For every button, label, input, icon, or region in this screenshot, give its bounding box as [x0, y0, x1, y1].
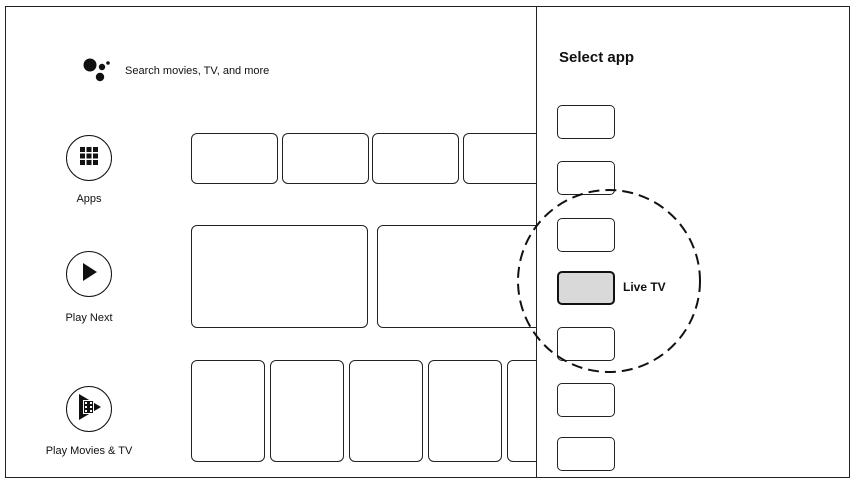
app-option[interactable] [557, 437, 615, 471]
content-card[interactable] [428, 360, 502, 462]
content-card[interactable] [191, 225, 368, 328]
search-placeholder: Search movies, TV, and more [125, 65, 270, 77]
content-card[interactable] [372, 133, 459, 184]
play-movies-button[interactable] [66, 386, 112, 432]
play-next-button[interactable] [66, 251, 112, 297]
apps-label: Apps [76, 193, 102, 205]
search-bar[interactable]: Search movies, TV, and more [81, 56, 269, 86]
focus-highlight-circle [517, 189, 701, 373]
play-movies-label: Play Movies & TV [45, 445, 133, 457]
tv-home-screen: Search movies, TV, and more Apps Play Ne… [5, 6, 850, 478]
play-next-label: Play Next [65, 312, 113, 324]
select-app-panel: Select app Live TV [517, 7, 849, 477]
play-icon [79, 261, 99, 288]
content-card[interactable] [349, 360, 423, 462]
apps-grid-icon [79, 146, 99, 171]
app-option[interactable] [557, 383, 615, 417]
play-next-nav-item[interactable]: Play Next [29, 251, 149, 331]
panel-title: Select app [559, 49, 635, 66]
apps-nav-item[interactable]: Apps [29, 135, 149, 215]
content-card[interactable] [191, 360, 265, 462]
content-card[interactable] [282, 133, 369, 184]
content-card[interactable] [191, 133, 278, 184]
play-movies-nav-item[interactable]: Play Movies & TV [29, 386, 149, 466]
app-option[interactable] [557, 105, 615, 139]
google-assistant-icon [81, 55, 111, 88]
apps-button[interactable] [66, 135, 112, 181]
play-movies-icon [76, 393, 102, 426]
content-card[interactable] [270, 360, 344, 462]
